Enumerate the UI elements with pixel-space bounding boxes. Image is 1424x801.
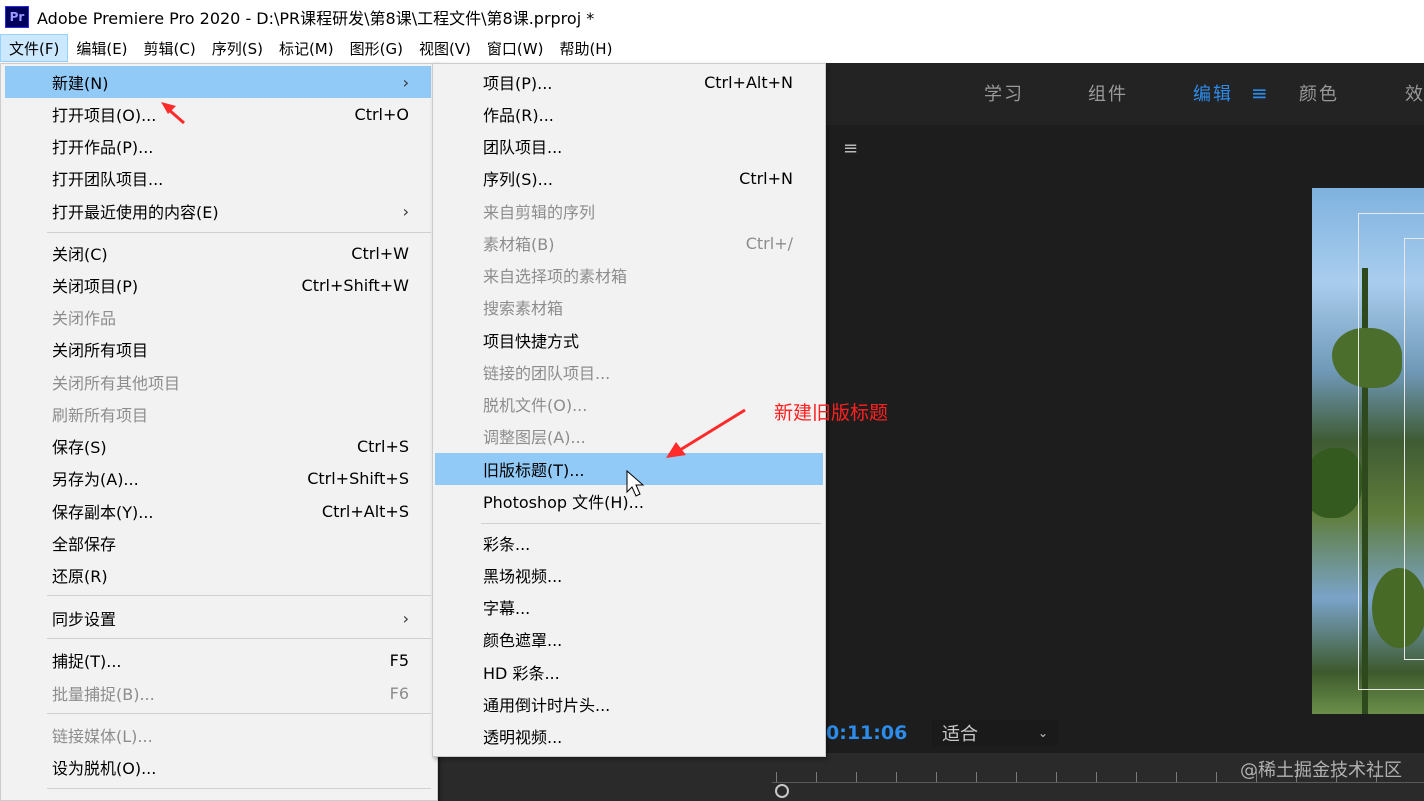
chevron-down-icon: ⌄ (1037, 726, 1048, 740)
new-item-project[interactable]: 项目(P)... Ctrl+Alt+N (435, 66, 823, 98)
ruler-tick (896, 772, 897, 782)
ruler-tick (976, 772, 977, 782)
menu-sequence[interactable]: 序列(S) (204, 34, 271, 62)
menu-separator (47, 595, 431, 596)
ruler-tick (1136, 772, 1137, 782)
file-menu-item-open-production[interactable]: 打开作品(P)... (5, 130, 431, 162)
new-item-sequence-from-clip: 来自剪辑的序列 (483, 203, 596, 222)
new-item-production[interactable]: 作品(R)... (435, 98, 823, 130)
new-item-transparent-video[interactable]: 透明视频... (435, 720, 823, 752)
file-menu-item-save-all[interactable]: 全部保存 (5, 527, 431, 559)
new-item-black-video[interactable]: 黑场视频... (435, 559, 823, 591)
new-item-sequence[interactable]: 序列(S)... Ctrl+N (435, 162, 823, 194)
menu-separator (47, 713, 431, 714)
fit-zoom-dropdown[interactable]: 适合 ⌄ (932, 720, 1058, 746)
file-menu-item-close-project[interactable]: 关闭项目(P) Ctrl+Shift+W (5, 269, 431, 301)
file-menu-item-save-copy[interactable]: 保存副本(Y)... Ctrl+Alt+S (5, 495, 431, 527)
file-menu-item-open-project[interactable]: 打开项目(O)... Ctrl+O (5, 98, 431, 130)
ruler-tick (1056, 772, 1057, 782)
menu-view[interactable]: 视图(V) (411, 34, 479, 62)
watermark: @稀土掘金技术社区 (1240, 760, 1402, 781)
file-menu-item-close[interactable]: 关闭(C) Ctrl+W (5, 237, 431, 269)
file-menu-item-link-media: 链接媒体(L)... (52, 727, 153, 746)
chevron-right-icon: › (402, 72, 409, 92)
new-item-hd-bars[interactable]: HD 彩条... (435, 656, 823, 688)
file-menu-item-make-offline[interactable]: 设为脱机(O)... (5, 751, 431, 783)
workspace-tab-effects[interactable]: 效 (1405, 63, 1424, 123)
new-item-team-project[interactable]: 团队项目... (435, 130, 823, 162)
new-item-captions[interactable]: 字幕... (435, 591, 823, 623)
file-menu-item-revert[interactable]: 还原(R) (5, 559, 431, 591)
menu-markers[interactable]: 标记(M) (271, 34, 342, 62)
file-menu-item-new[interactable]: 新建(N) › (5, 66, 431, 98)
menu-window[interactable]: 窗口(W) (479, 34, 552, 62)
fit-zoom-value: 适合 (942, 724, 978, 745)
file-menu-item-open-recent[interactable]: 打开最近使用的内容(E) › (5, 195, 431, 227)
title-bar: Pr Adobe Premiere Pro 2020 - D:\PR课程研发\第… (0, 0, 1424, 33)
new-item-photoshop-file[interactable]: Photoshop 文件(H)... (435, 485, 823, 517)
file-menu-dropdown: 新建(N) › 打开项目(O)... Ctrl+O 打开作品(P)... 打开团队项… (0, 63, 438, 801)
new-item-color-matte[interactable]: 颜色遮罩... (435, 623, 823, 655)
menu-graphics[interactable]: 图形(G) (342, 34, 411, 62)
ruler-tick (816, 772, 817, 782)
file-menu-item-open-team-project[interactable]: 打开团队项目... (5, 162, 431, 194)
workspace-bar: 学习 组件 编辑 ≡ 颜色 效 (826, 63, 1424, 123)
file-menu-item-sync-settings[interactable]: 同步设置 › (5, 602, 431, 634)
annotation-label: 新建旧版标题 (774, 402, 889, 424)
menu-separator (481, 523, 821, 524)
premiere-app-icon: Pr (5, 5, 29, 28)
ruler-tick (1176, 772, 1177, 782)
file-menu-item-close-all-other-projects: 关闭所有其他项目 (52, 374, 181, 393)
chevron-right-icon: › (402, 201, 409, 221)
workspace-tab-editing[interactable]: 编辑 (1193, 63, 1233, 123)
workspace-tab-color[interactable]: 颜色 (1299, 63, 1339, 123)
ruler-tick (936, 772, 937, 782)
workspace-menu-icon[interactable]: ≡ (1251, 63, 1270, 123)
workspace-tab-assembly[interactable]: 组件 (1088, 63, 1128, 123)
new-item-legacy-title[interactable]: 旧版标题(T)... (435, 453, 823, 485)
new-item-bin: 素材箱(B) Ctrl+/ (483, 233, 793, 255)
menu-bar: 文件(F) 编辑(E) 剪辑(C) 序列(S) 标记(M) 图形(G) 视图(V… (0, 33, 1424, 63)
file-menu-item-close-production: 关闭作品 (52, 309, 117, 328)
new-item-bin-from-selection: 来自选择项的素材箱 (483, 267, 628, 286)
new-item-adjustment-layer: 调整图层(A)... (483, 428, 586, 447)
menu-separator (47, 788, 431, 789)
menu-file[interactable]: 文件(F) (0, 34, 69, 62)
new-item-project-shortcut[interactable]: 项目快捷方式 (435, 324, 823, 356)
new-item-search-bin: 搜索素材箱 (483, 299, 564, 318)
workspace-tab-learn[interactable]: 学习 (984, 63, 1024, 123)
new-item-offline-file: 脱机文件(O)... (483, 396, 588, 415)
file-menu-item-save-as[interactable]: 另存为(A)... Ctrl+Shift+S (5, 462, 431, 494)
ruler-tick (776, 772, 777, 782)
playhead-handle[interactable] (775, 784, 789, 798)
menu-clip[interactable]: 剪辑(C) (136, 34, 204, 62)
file-menu-item-capture[interactable]: 捕捉(T)... F5 (5, 644, 431, 676)
file-menu-item-refresh-all-projects: 刷新所有项目 (52, 406, 149, 425)
menu-separator (47, 232, 431, 233)
file-menu-item-batch-capture: 批量捕捉(B)... F6 (52, 683, 409, 705)
panel-menu-icon[interactable]: ≡ (843, 138, 858, 159)
file-menu-item-close-all-projects[interactable]: 关闭所有项目 (5, 333, 431, 365)
ruler-tick (1016, 772, 1017, 782)
ruler-tick (1216, 772, 1217, 782)
new-item-bars-and-tone[interactable]: 彩条... (435, 527, 823, 559)
new-submenu: 项目(P)... Ctrl+Alt+N 作品(R)... 团队项目... 序列(S… (432, 63, 826, 757)
chevron-right-icon: › (402, 608, 409, 628)
file-menu-item-save[interactable]: 保存(S) Ctrl+S (5, 430, 431, 462)
safe-margin-inner (1404, 238, 1424, 660)
new-item-universal-counting-leader[interactable]: 通用倒计时片头... (435, 688, 823, 720)
window-title: Adobe Premiere Pro 2020 - D:\PR课程研发\第8课\… (37, 8, 595, 28)
ruler-tick (1096, 772, 1097, 782)
playhead-timecode[interactable]: 0:11:06 (826, 722, 907, 744)
program-monitor-preview (1312, 188, 1424, 714)
new-item-linked-team-project: 链接的团队项目... (483, 364, 611, 383)
menu-edit[interactable]: 编辑(E) (68, 34, 135, 62)
ruler-tick (856, 772, 857, 782)
menu-separator (47, 638, 431, 639)
menu-help[interactable]: 帮助(H) (551, 34, 620, 62)
